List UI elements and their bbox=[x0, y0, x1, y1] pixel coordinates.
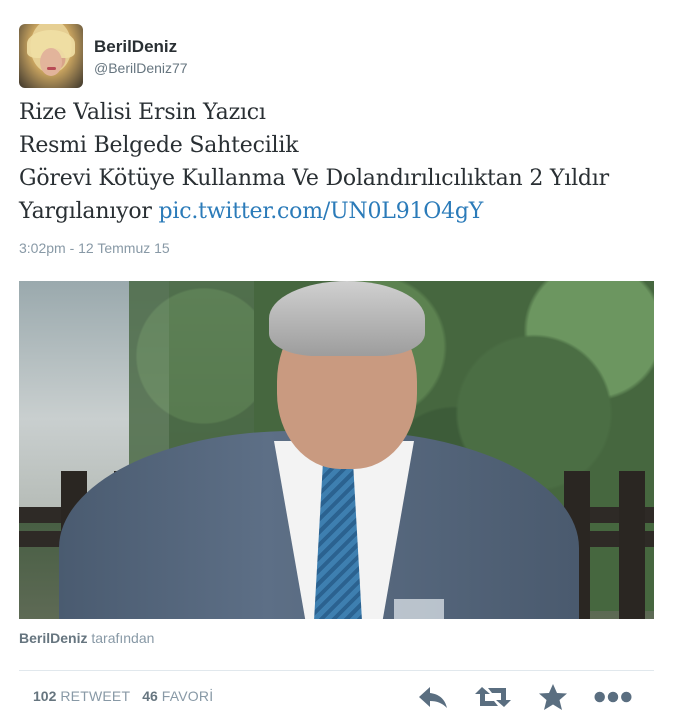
retweet-count[interactable]: 102 bbox=[33, 688, 56, 704]
reply-button[interactable] bbox=[414, 680, 452, 714]
tweet-text-line-word: Yargılanıyor bbox=[19, 199, 152, 224]
tweet-photo[interactable] bbox=[19, 281, 654, 619]
divider bbox=[19, 670, 654, 671]
tweet-text-line: Görevi Kötüye Kullanma Ve Dolandırılıcıl… bbox=[19, 166, 609, 191]
avatar[interactable] bbox=[19, 24, 83, 88]
retweet-icon bbox=[475, 687, 511, 707]
tweet-text-line: Resmi Belgede Sahtecilik bbox=[19, 133, 299, 158]
more-button[interactable] bbox=[594, 680, 632, 714]
favorite-button[interactable] bbox=[534, 680, 572, 714]
tweet-stats: 102 RETWEET 46 FAVORİ bbox=[33, 688, 213, 704]
tweet-actions bbox=[414, 680, 632, 714]
more-icon bbox=[594, 691, 632, 703]
favorite-count[interactable]: 46 bbox=[142, 688, 158, 704]
tweet-timestamp[interactable]: 3:02pm - 12 Temmuz 15 bbox=[19, 240, 170, 256]
star-icon bbox=[539, 684, 567, 710]
user-handle[interactable]: @BerilDeniz77 bbox=[94, 59, 188, 77]
attribution-suffix: tarafından bbox=[91, 630, 155, 646]
tweet-text-line: Rize Valisi Ersin Yazıcı bbox=[19, 100, 266, 125]
attribution-user[interactable]: BerilDeniz bbox=[19, 630, 87, 646]
photo-attribution: BerilDeniz tarafından bbox=[19, 630, 154, 646]
tweet-header: BerilDeniz @BerilDeniz77 bbox=[19, 24, 188, 90]
tweet-text-line: Yargılanıyor pic.twitter.com/UN0L91O4gY bbox=[19, 195, 659, 228]
favorite-label[interactable]: FAVORİ bbox=[162, 688, 214, 704]
user-fullname[interactable]: BerilDeniz bbox=[94, 37, 188, 57]
tweet-media-link[interactable]: pic.twitter.com/UN0L91O4gY bbox=[159, 199, 484, 224]
retweet-label[interactable]: RETWEET bbox=[60, 688, 130, 704]
tweet-card: BerilDeniz @BerilDeniz77 Rize Valisi Ers… bbox=[0, 0, 679, 728]
tweet-text: Rize Valisi Ersin Yazıcı Resmi Belgede S… bbox=[19, 96, 659, 228]
user-names: BerilDeniz @BerilDeniz77 bbox=[94, 37, 188, 77]
reply-icon bbox=[419, 687, 447, 708]
retweet-button[interactable] bbox=[474, 680, 512, 714]
